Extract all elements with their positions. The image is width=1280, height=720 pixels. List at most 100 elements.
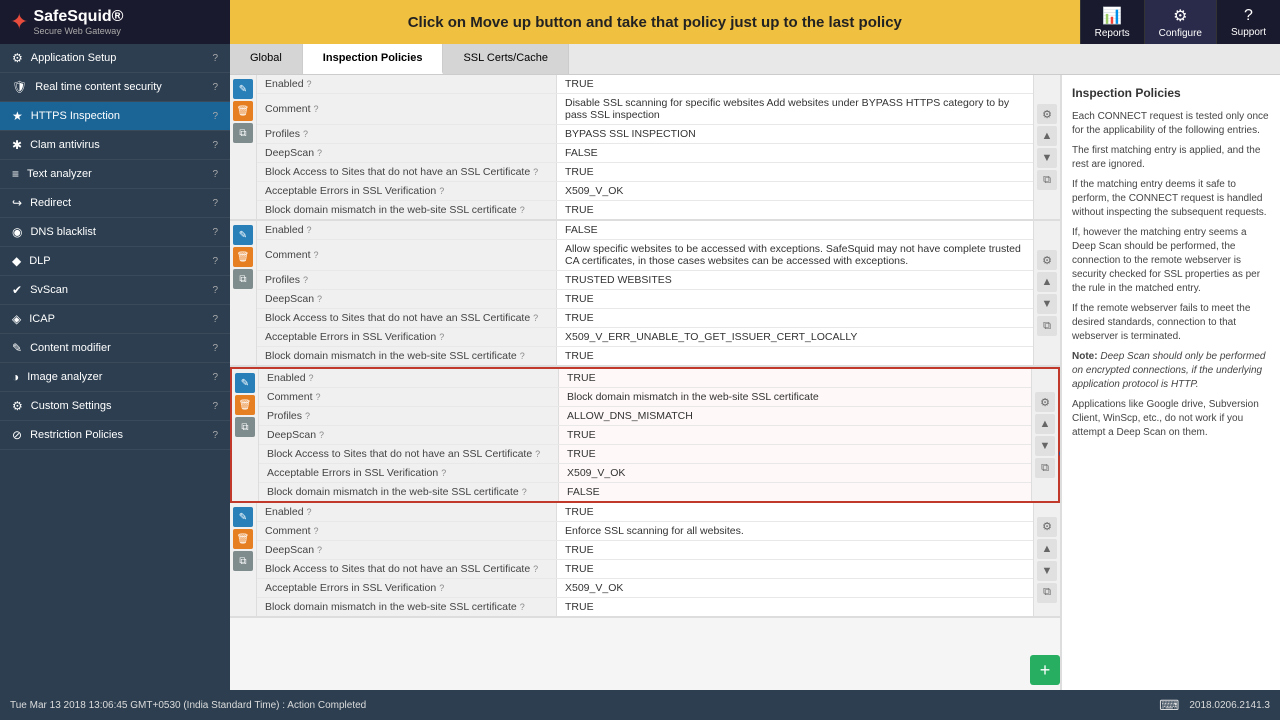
help-icon[interactable]: ? — [439, 332, 444, 342]
up-button[interactable]: ▲ — [1037, 126, 1057, 146]
help-icon[interactable]: ? — [309, 373, 314, 383]
logo-area: ✦ SafeSquid® Secure Web Gateway — [0, 0, 230, 44]
help-icon[interactable]: ? — [303, 275, 308, 285]
help-icon[interactable]: ? — [520, 205, 525, 215]
sidebar-item-dlp[interactable]: ◆ DLP ? — [0, 247, 230, 276]
sidebar-item-icap[interactable]: ◈ ICAP ? — [0, 305, 230, 334]
help-icon[interactable]: ? — [314, 250, 319, 260]
sidebar-item-content-modifier[interactable]: ✎ Content modifier ? — [0, 334, 230, 363]
sidebar-item-label: Redirect — [30, 197, 208, 209]
tab-inspection-policies[interactable]: Inspection Policies — [303, 44, 444, 74]
copy-action-button[interactable]: ⧉ — [1037, 583, 1057, 603]
field-value: ALLOW_DNS_MISMATCH — [559, 407, 1031, 425]
help-icon[interactable]: ? — [307, 225, 312, 235]
help-icon[interactable]: ? — [533, 564, 538, 574]
sidebar-item-svscan[interactable]: ✔ SvScan ? — [0, 276, 230, 305]
copy-button[interactable]: ⧉ — [233, 551, 253, 571]
realtime-icon: 🛡 — [12, 80, 27, 94]
help-icon[interactable]: ? — [314, 526, 319, 536]
support-button[interactable]: ? Support — [1216, 0, 1280, 44]
sidebar-item-custom-settings[interactable]: ⚙ Custom Settings ? — [0, 392, 230, 421]
help-icon[interactable]: ? — [520, 602, 525, 612]
help-icon[interactable]: ? — [305, 411, 310, 421]
row-actions: ⚙ ▲ ▼ ⧉ — [1033, 221, 1060, 365]
policy-row: ✎ 🗑 ⧉ Enabled? FALSE Comment? Allow — [230, 221, 1060, 367]
settings-button[interactable]: ⚙ — [1037, 250, 1057, 270]
sidebar-item-restriction-policies[interactable]: ⊘ Restriction Policies ? — [0, 421, 230, 450]
sidebar-item-realtime-content[interactable]: 🛡 Real time content security ? — [0, 73, 230, 102]
field-label: DeepScan? — [257, 541, 557, 559]
help-icon[interactable]: ? — [307, 79, 312, 89]
add-button[interactable]: + — [1030, 655, 1060, 685]
help-icon: ? — [212, 82, 218, 93]
help-icon[interactable]: ? — [316, 392, 321, 402]
help-icon[interactable]: ? — [319, 430, 324, 440]
sidebar-item-image-analyzer[interactable]: ◑ Image analyzer ? — [0, 363, 230, 392]
edit-button[interactable]: ✎ — [235, 373, 255, 393]
sidebar-item-dns-blacklist[interactable]: ◉ DNS blacklist ? — [0, 218, 230, 247]
edit-button[interactable]: ✎ — [233, 507, 253, 527]
help-icon: ? — [212, 169, 218, 180]
help-icon[interactable]: ? — [533, 167, 538, 177]
down-button[interactable]: ▼ — [1035, 436, 1055, 456]
reports-button[interactable]: 📊 Reports — [1080, 0, 1144, 44]
up-button[interactable]: ▲ — [1035, 414, 1055, 434]
copy-button[interactable]: ⧉ — [235, 417, 255, 437]
copy-button[interactable]: ⧉ — [233, 123, 253, 143]
copy-button[interactable]: ⧉ — [233, 269, 253, 289]
sidebar-item-text-analyzer[interactable]: ≡ Text analyzer ? — [0, 160, 230, 189]
help-icon[interactable]: ? — [307, 507, 312, 517]
down-button[interactable]: ▼ — [1037, 148, 1057, 168]
help-icon[interactable]: ? — [317, 294, 322, 304]
help-icon[interactable]: ? — [317, 148, 322, 158]
help-icon[interactable]: ? — [314, 104, 319, 114]
field-label: DeepScan? — [257, 290, 557, 308]
up-button[interactable]: ▲ — [1037, 539, 1057, 559]
edit-button[interactable]: ✎ — [233, 225, 253, 245]
settings-button[interactable]: ⚙ — [1035, 392, 1055, 412]
field-value: X509_V_OK — [559, 464, 1031, 482]
help-icon[interactable]: ? — [317, 545, 322, 555]
field-row: Acceptable Errors in SSL Verification? X… — [257, 328, 1033, 347]
restriction-icon: ⊘ — [12, 428, 22, 442]
sidebar-item-label: SvScan — [30, 284, 208, 296]
help-icon[interactable]: ? — [522, 487, 527, 497]
sidebar-item-redirect[interactable]: ↪ Redirect ? — [0, 189, 230, 218]
sidebar-item-application-setup[interactable]: ⚙ Application Setup ? — [0, 44, 230, 73]
help-icon[interactable]: ? — [520, 351, 525, 361]
tab-ssl-certs[interactable]: SSL Certs/Cache — [443, 44, 569, 74]
help-icon[interactable]: ? — [533, 313, 538, 323]
down-button[interactable]: ▼ — [1037, 561, 1057, 581]
down-button[interactable]: ▼ — [1037, 294, 1057, 314]
copy-action-button[interactable]: ⧉ — [1037, 170, 1057, 190]
dns-icon: ◉ — [12, 225, 22, 239]
sidebar-item-https-inspection[interactable]: ★ HTTPS Inspection ? — [0, 102, 230, 131]
settings-button[interactable]: ⚙ — [1037, 104, 1057, 124]
right-panel-title: Inspection Policies — [1072, 85, 1270, 102]
help-icon[interactable]: ? — [439, 583, 444, 593]
up-button[interactable]: ▲ — [1037, 272, 1057, 292]
field-value: X509_V_OK — [557, 182, 1033, 200]
help-icon[interactable]: ? — [439, 186, 444, 196]
row-controls: ✎ 🗑 ⧉ — [230, 75, 257, 219]
copy-action-button[interactable]: ⧉ — [1035, 458, 1055, 478]
help-icon[interactable]: ? — [303, 129, 308, 139]
delete-button[interactable]: 🗑 — [233, 101, 253, 121]
delete-button[interactable]: 🗑 — [233, 529, 253, 549]
configure-button[interactable]: ⚙ Configure — [1144, 0, 1216, 44]
help-icon: ? — [212, 198, 218, 209]
copy-action-button[interactable]: ⧉ — [1037, 316, 1057, 336]
delete-button[interactable]: 🗑 — [235, 395, 255, 415]
field-row: Acceptable Errors in SSL Verification? X… — [257, 182, 1033, 201]
edit-button[interactable]: ✎ — [233, 79, 253, 99]
announcement-bar: Click on Move up button and take that po… — [230, 0, 1080, 44]
settings-button[interactable]: ⚙ — [1037, 517, 1057, 537]
tab-global[interactable]: Global — [230, 44, 303, 74]
header: ✦ SafeSquid® Secure Web Gateway Click on… — [0, 0, 1280, 44]
help-icon[interactable]: ? — [441, 468, 446, 478]
right-panel-para2: The first matching entry is applied, and… — [1072, 144, 1270, 172]
delete-button[interactable]: 🗑 — [233, 247, 253, 267]
field-label: Block Access to Sites that do not have a… — [257, 309, 557, 327]
sidebar-item-clam-antivirus[interactable]: ✱ Clam antivirus ? — [0, 131, 230, 160]
help-icon[interactable]: ? — [535, 449, 540, 459]
